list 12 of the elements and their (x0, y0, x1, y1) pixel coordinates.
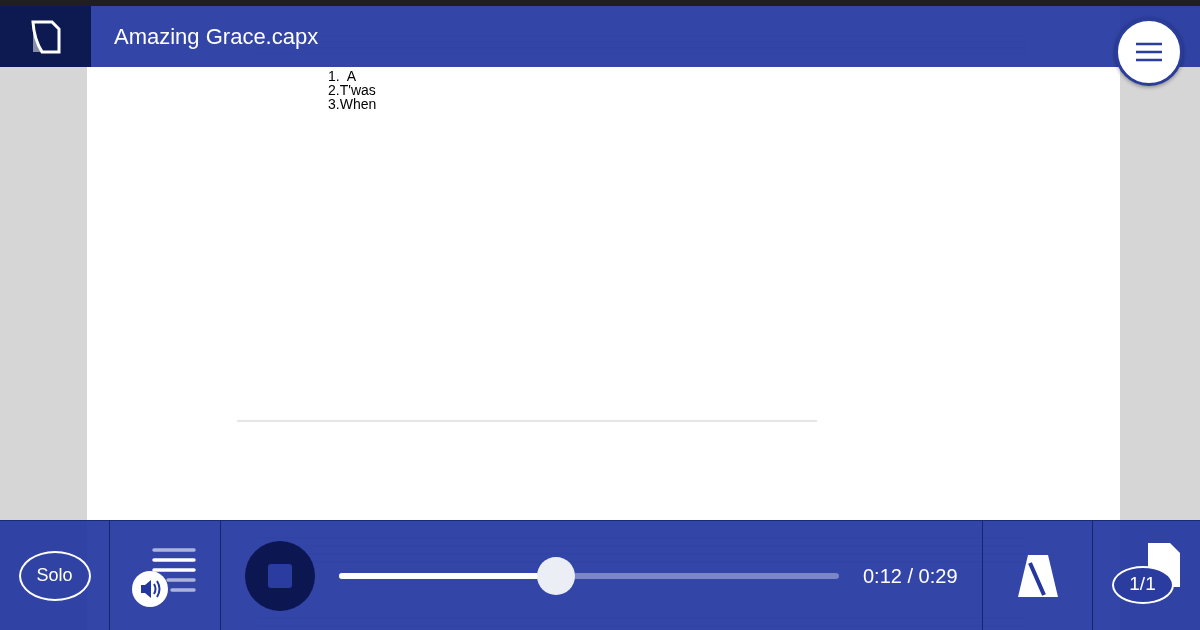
app-logo-icon (29, 18, 62, 55)
menu-icon (1136, 42, 1162, 62)
metronome-icon[interactable] (1017, 554, 1058, 597)
solo-button[interactable]: Solo (18, 550, 91, 601)
verse-label: 1. A (328, 69, 358, 83)
slider-thumb[interactable] (537, 556, 575, 595)
file-title: Amazing Grace.capx (113, 23, 319, 51)
page-counter[interactable]: 1/1 (1111, 565, 1174, 604)
playback-time: 0:12 / 0:29 (863, 563, 958, 589)
stop-icon (268, 563, 292, 588)
verse-label: 3.When (328, 97, 377, 111)
verse-label: 2.T'was (328, 83, 377, 97)
